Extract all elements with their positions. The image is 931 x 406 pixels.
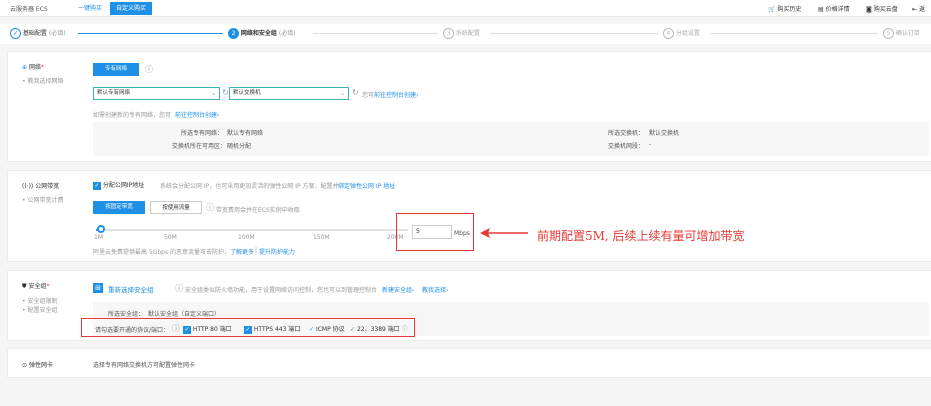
vpc-select[interactable]: 默认专有网络 ⌄ — [93, 87, 220, 100]
vswitch-hint: 您可 — [362, 92, 375, 99]
top-bar: 云服务器 ECS 一键购买 自定义购买 🛒 购买历史 ▤ 价格详情 ◙ 购买云盘… — [0, 0, 931, 17]
eni-title: ⊙ 弹性网卡 — [22, 362, 53, 369]
billing-note: 带宽费用会并在ECS实例中收取 — [216, 207, 300, 214]
traffic-billing-button[interactable]: 按使用流量 — [150, 201, 202, 214]
assign-ip-checkbox[interactable]: ✓ 分配公网IP地址 — [93, 180, 144, 190]
purchase-history-link[interactable]: 🛒 购买历史 — [768, 4, 801, 13]
step-divider — [490, 33, 658, 34]
help-icon[interactable]: ⓘ — [145, 64, 153, 75]
brand-title: 云服务器 ECS — [10, 6, 48, 13]
step-network[interactable]: 2 网络和安全组 (必填) — [228, 28, 296, 39]
bandwidth-help-link[interactable]: • 公网带宽计费 — [22, 195, 63, 204]
reselect-security-group-button[interactable]: 重新选择安全组 — [108, 284, 154, 294]
slider-tick: 150M — [313, 234, 330, 241]
slider-tick: 100M — [238, 234, 255, 241]
network-section: ⊕ 网络* • 教我选择网络 专有网络 ⓘ 默认专有网络 ⌄ ↻ 默认交换机 ⌄ ↻… — [7, 51, 931, 162]
bandwidth-slider-handle[interactable] — [97, 225, 105, 233]
create-vswitch-link[interactable]: 前往控制台创建› — [374, 90, 418, 99]
refresh-icon[interactable]: ↻ — [222, 88, 229, 97]
ddos-note: 阿里云免费提供最高 5Gbps 的恶意流量攻击防护， — [93, 249, 231, 256]
chevron-down-icon: ⌄ — [339, 90, 345, 97]
refresh-icon[interactable]: ↻ — [352, 88, 359, 97]
grid-icon: ⊞ — [93, 283, 103, 293]
step-divider — [313, 33, 438, 34]
eni-desc: 选择专有网络交换机方可配置弹性网卡 — [93, 362, 196, 369]
check-icon: ✓ — [10, 28, 21, 39]
fixed-bandwidth-button[interactable]: 按固定带宽 — [93, 201, 145, 214]
create-vpc-link[interactable]: 前往控制台创建› — [175, 110, 219, 119]
step-confirm[interactable]: 5 确认订单 — [883, 28, 920, 39]
selected-group-value: 默认安全组（自定义端口） — [148, 311, 221, 318]
disk-icon: ◙ — [866, 6, 872, 13]
step-basic[interactable]: ✓ 基础配置 (必填) — [10, 28, 66, 39]
cart-icon: 🛒 — [768, 6, 776, 13]
tab-quick-buy[interactable]: 一键购买 — [72, 2, 108, 15]
slider-tick: 50M — [164, 234, 177, 241]
globe-icon: ⊕ — [22, 64, 28, 71]
step-divider — [710, 33, 878, 34]
bind-eip-link[interactable]: 绑定弹性公网 IP 地址 — [338, 181, 395, 190]
shield-icon: ⛊ — [22, 283, 27, 290]
create-vpc-hint: 如需创建新的专有网络，您可 — [93, 112, 172, 119]
security-desc: 安全组类似防火墙功能，用于设置网络访问控制，您也可以到管理控制台 — [185, 287, 378, 294]
security-title: ⛊ 安全组* — [22, 283, 50, 290]
vpc-type-button[interactable]: 专有网络 — [93, 63, 139, 76]
network-card-icon: ⊙ — [22, 362, 28, 369]
step-system[interactable]: 3 系统配置 — [443, 28, 480, 39]
security-config-link[interactable]: • 配置安全组 — [22, 305, 57, 314]
annotation-arrow — [480, 228, 528, 238]
tab-custom-buy[interactable]: 自定义购买 — [110, 2, 153, 15]
selected-group-label: 所选安全组： — [108, 311, 145, 318]
vswitch-select[interactable]: 默认交换机 ⌄ — [229, 87, 349, 100]
network-title: ⊕ 网络* — [22, 64, 44, 71]
step-group[interactable]: 4 分组设置 — [663, 28, 700, 39]
bandwidth-slider-track[interactable] — [96, 229, 408, 231]
chevron-down-icon: ⌄ — [210, 90, 216, 97]
network-help-link[interactable]: • 教我选择网络 — [22, 76, 63, 85]
buy-disk-link[interactable]: ◙ 购买云盘 — [866, 4, 898, 13]
annotation-highlight-box — [81, 318, 415, 337]
signal-icon: ((·)) — [22, 183, 34, 190]
bandwidth-title: ((·)) 公网带宽 — [22, 183, 60, 190]
help-icon[interactable]: ⓘ — [175, 283, 183, 294]
assign-ip-desc: 系统会分配公网 IP，也可采用更加灵活的弹性公网 IP 方案，配置并 — [160, 183, 339, 190]
security-help-link[interactable]: • 安全组限制 — [22, 296, 57, 305]
link-separator: | — [255, 247, 258, 254]
price-details-link[interactable]: ▤ 价格详情 — [818, 4, 850, 13]
help-choose-link[interactable]: 教我选择› — [422, 285, 448, 294]
slider-tick: 1M — [94, 234, 103, 241]
eni-section: ⊙ 弹性网卡 选择专有网络交换机方可配置弹性网卡 — [7, 348, 931, 378]
step-divider — [78, 33, 223, 34]
back-icon: ⇤ — [912, 6, 918, 13]
upgrade-protection-link[interactable]: 提升防护能力 — [259, 247, 295, 256]
annotation-highlight-box — [396, 213, 474, 251]
step-indicator: ✓ 基础配置 (必填) 2 网络和安全组 (必填) 3 系统配置 4 分组设置 … — [0, 24, 931, 44]
help-icon[interactable]: ⓘ — [206, 202, 214, 213]
network-info-panel: 所选专有网络： 默认专有网络 交换机所在可用区： 随机分配 所选交换机： 默认交… — [93, 122, 929, 156]
new-security-group-link[interactable]: 新建安全组› — [382, 285, 414, 294]
back-link[interactable]: ⇤ 返 — [912, 4, 925, 13]
check-icon: ✓ — [93, 181, 101, 190]
annotation-text: 前期配置5M, 后续上续有量可增加带宽 — [537, 229, 745, 243]
list-icon: ▤ — [818, 6, 824, 13]
learn-more-link[interactable]: 了解更多 — [230, 247, 254, 256]
